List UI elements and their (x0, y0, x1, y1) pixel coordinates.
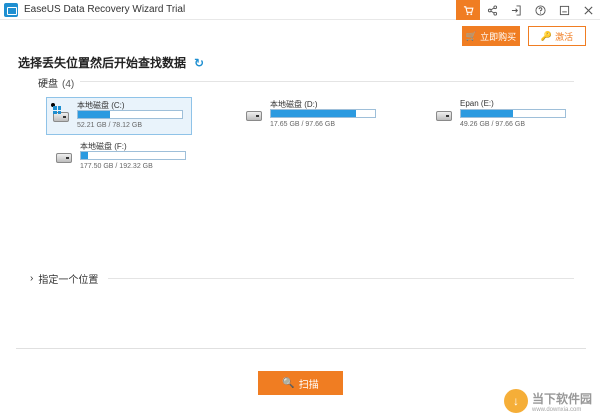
scan-button[interactable]: 🔍 扫描 (258, 371, 343, 395)
cart-button[interactable] (456, 0, 480, 20)
title-bar: EaseUS Data Recovery Wizard Trial (0, 0, 600, 20)
app-icon (4, 2, 18, 17)
cart-icon: 🛒 (465, 30, 478, 41)
watermark-url: www.downxia.com (532, 406, 582, 413)
share-button[interactable] (480, 0, 504, 20)
minimize-icon (559, 5, 569, 15)
page-heading: 选择丢失位置然后开始查找数据 ↻ (18, 54, 204, 71)
watermark: ↓ 当下软件园 www.downxia.com (504, 385, 594, 417)
drive-icon (436, 111, 452, 121)
usage-bar-fill (78, 111, 111, 118)
cart-icon (463, 5, 474, 15)
buy-now-label: 立即购买 (480, 31, 517, 42)
drive-icon (56, 153, 72, 163)
login-icon (511, 4, 521, 16)
drives-count: (4) (62, 79, 75, 90)
usage-bar (460, 109, 566, 118)
usage-bar (77, 110, 183, 119)
specify-location-label: 指定一个位置 (38, 275, 99, 286)
close-button[interactable] (576, 0, 600, 20)
divider (108, 278, 574, 279)
drive-name: Epan (E:) (460, 99, 494, 108)
watermark-brand: 当下软件园 (532, 391, 593, 406)
title-bar-buttons (456, 0, 600, 20)
window-title: EaseUS Data Recovery Wizard Trial (24, 4, 186, 15)
header-actions: 🛒 立即购买 🔑 激活 (462, 26, 586, 46)
help-button[interactable] (528, 0, 552, 20)
buy-now-button[interactable]: 🛒 立即购买 (462, 26, 520, 46)
refresh-icon[interactable]: ↻ (194, 56, 204, 70)
activate-label: 激活 (555, 31, 574, 42)
drives-label: 硬盘 (38, 79, 58, 90)
drive-icon (246, 111, 262, 121)
activate-button[interactable]: 🔑 激活 (528, 26, 586, 46)
usage-bar (270, 109, 376, 118)
help-icon (534, 4, 546, 16)
drive-size: 52.21 GB / 78.12 GB (77, 122, 142, 129)
usage-bar-fill (461, 110, 513, 117)
divider (16, 348, 586, 349)
usage-bar-fill (271, 110, 357, 117)
usage-bar (80, 151, 186, 160)
drive-size: 177.50 GB / 192.32 GB (80, 163, 153, 170)
page-title: 选择丢失位置然后开始查找数据 (18, 56, 187, 70)
login-button[interactable] (504, 0, 528, 20)
share-icon (487, 4, 497, 16)
drives-section-label: 硬盘 (4) (38, 75, 74, 90)
chevron-right-icon: › (30, 273, 34, 284)
divider (80, 81, 574, 82)
close-icon (583, 5, 593, 15)
watermark-text: 当下软件园 www.downxia.com (532, 390, 592, 413)
drive-size: 17.65 GB / 97.66 GB (270, 121, 335, 128)
drive-item-e[interactable]: Epan (E:) 49.26 GB / 97.66 GB (430, 97, 576, 135)
specify-location-toggle[interactable]: › 指定一个位置 (30, 271, 98, 286)
key-icon: 🔑 (540, 30, 553, 41)
drive-item-d[interactable]: 本地磁盘 (D:) 17.65 GB / 97.66 GB (240, 97, 386, 135)
minimize-button[interactable] (552, 0, 576, 20)
windows-icon (53, 106, 61, 114)
drive-item-c[interactable]: 本地磁盘 (C:) 52.21 GB / 78.12 GB (46, 97, 192, 135)
usage-bar-fill (81, 152, 89, 159)
search-icon: 🔍 (282, 377, 295, 389)
drive-size: 49.26 GB / 97.66 GB (460, 121, 525, 128)
scan-label: 扫描 (298, 379, 319, 391)
watermark-logo-icon: ↓ (504, 389, 528, 413)
drive-item-f[interactable]: 本地磁盘 (F:) 177.50 GB / 192.32 GB (50, 139, 196, 177)
